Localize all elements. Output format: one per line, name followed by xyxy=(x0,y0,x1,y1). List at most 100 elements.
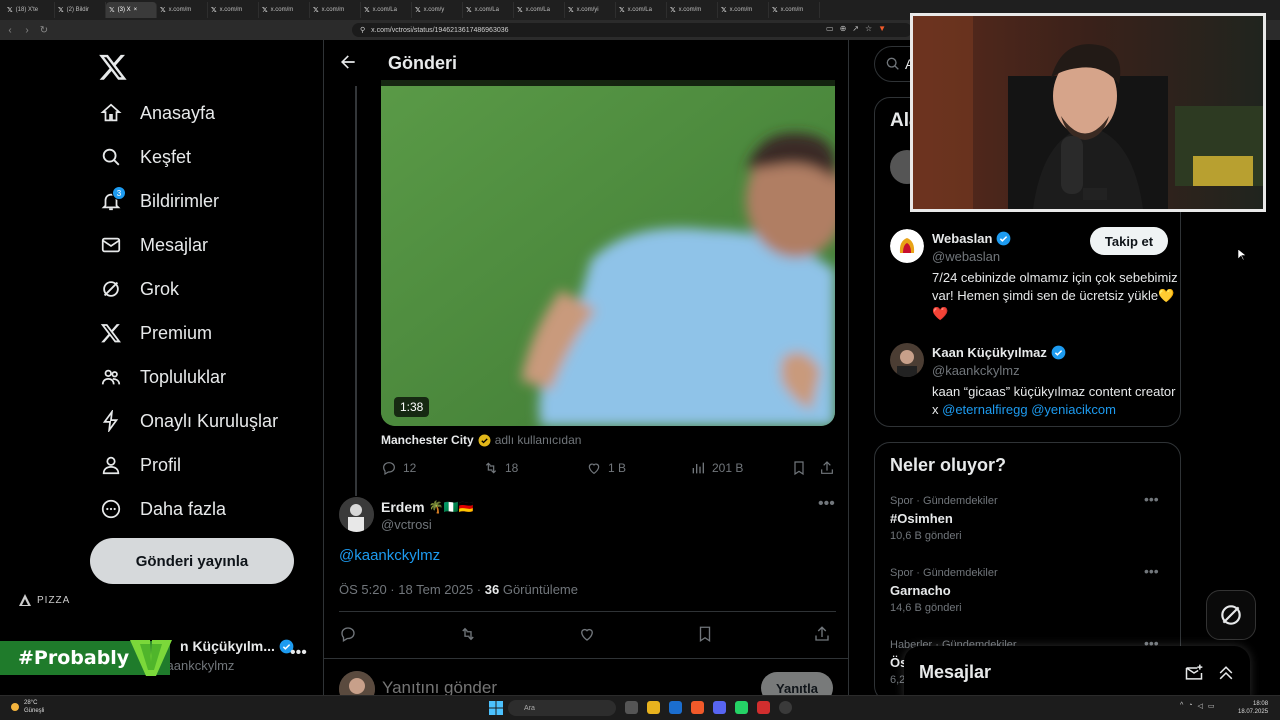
windows-start-icon[interactable] xyxy=(489,701,503,715)
steam-icon[interactable] xyxy=(669,701,682,714)
share-action[interactable] xyxy=(813,625,831,643)
compose-avatar[interactable] xyxy=(339,671,375,695)
weather-widget[interactable]: 28°C Güneşli xyxy=(10,699,44,715)
left-navigation: Anasayfa Keşfet 3 Bildirimler Mesajlar Grok Pr… xyxy=(0,40,322,695)
browser-tab[interactable]: 𝕏x.com/y xyxy=(412,2,463,18)
mention-link[interactable]: @kaankckylmz xyxy=(339,547,440,564)
views-action[interactable]: 201 B xyxy=(690,460,743,476)
tray-chevron-icon[interactable]: ^ xyxy=(1180,702,1183,710)
taskbar-clock[interactable]: 18:08 18.07.2025 xyxy=(1238,700,1268,716)
trend-more-icon[interactable]: ••• xyxy=(1144,563,1159,579)
account-more-icon[interactable]: ••• xyxy=(290,644,307,662)
browser-tab-label: x.com/La xyxy=(474,7,499,13)
browser-tab[interactable]: 𝕏x.com/m xyxy=(208,2,259,18)
reload-icon[interactable]: ↻ xyxy=(37,23,51,37)
speaker-icon[interactable]: ◁ xyxy=(1198,702,1203,710)
like-action[interactable] xyxy=(578,625,596,643)
browser-tab[interactable]: 𝕏x.com/m xyxy=(667,2,718,18)
avatar[interactable] xyxy=(339,497,374,532)
x-logo-icon[interactable] xyxy=(98,52,128,82)
trend-item[interactable]: Spor · Gündemdekiler #Osimhen 10,6 B gönde… xyxy=(890,491,1175,542)
suggested-account-name[interactable]: Webaslan xyxy=(932,231,1011,246)
screen-cast-icon[interactable]: ▭ xyxy=(826,24,834,33)
browser-tab[interactable]: 𝕏x.com/La xyxy=(514,2,565,18)
browser-tab[interactable]: 𝕏 (3) X × xyxy=(106,2,157,18)
task-view-icon[interactable] xyxy=(625,701,638,714)
messages-drawer[interactable]: Mesajlar xyxy=(904,646,1250,700)
system-tray[interactable]: ^ ◔ ◁ ▭ xyxy=(1180,702,1215,710)
battery-icon[interactable]: ▭ xyxy=(1208,702,1215,710)
browser-tab[interactable]: 𝕏x.com/La xyxy=(463,2,514,18)
trend-item[interactable]: Spor · Gündemdekiler Garnacho 14,6 B gönde… xyxy=(890,563,1175,614)
taskbar-search[interactable]: Ara xyxy=(508,700,616,716)
nav-item-more-circle[interactable]: Daha fazla xyxy=(100,494,226,524)
expand-up-icon[interactable] xyxy=(1216,663,1236,683)
browser-tab[interactable]: 𝕏x.com/m xyxy=(157,2,208,18)
browser-tab[interactable]: 𝕏x.com/La xyxy=(616,2,667,18)
browser-tab[interactable]: 𝕏x.com/m xyxy=(769,2,820,18)
back-nav-icon[interactable]: ‹ xyxy=(3,23,17,37)
back-arrow-icon[interactable] xyxy=(338,52,358,72)
nav-item-search[interactable]: Keşfet xyxy=(100,142,191,172)
nav-item-person[interactable]: Profil xyxy=(100,450,181,480)
post-button[interactable]: Gönderi yayınla xyxy=(90,538,294,584)
browser-tab[interactable]: 𝕏x.com/yi xyxy=(565,2,616,18)
reply-author-handle[interactable]: @vctrosi xyxy=(381,517,432,532)
nav-item-grok[interactable]: Grok xyxy=(100,274,179,304)
new-message-icon[interactable] xyxy=(1184,663,1204,683)
reply-action[interactable]: 12 xyxy=(381,460,416,476)
reply-author-name[interactable]: Erdem 🌴🇳🇬🇩🇪 xyxy=(381,499,473,515)
pizza-watermark: PIZZA xyxy=(18,593,70,607)
discord-icon[interactable] xyxy=(713,701,726,714)
share-page-icon[interactable]: ↗ xyxy=(852,24,859,33)
nav-item-bell[interactable]: 3 Bildirimler xyxy=(100,186,219,216)
tab-close-icon[interactable]: × xyxy=(134,7,138,13)
video-player[interactable] xyxy=(381,80,835,426)
grok-floating-button[interactable] xyxy=(1206,590,1256,640)
obs-icon[interactable] xyxy=(779,701,792,714)
reply-action[interactable] xyxy=(339,625,357,643)
avatar[interactable] xyxy=(890,229,924,263)
file-explorer-icon[interactable] xyxy=(647,701,660,714)
bookmark-action[interactable] xyxy=(791,460,807,476)
browser-tab[interactable]: 𝕏x.com/m xyxy=(310,2,361,18)
brave-shield-icon[interactable]: ▼ xyxy=(878,24,886,33)
nav-item-mail[interactable]: Mesajlar xyxy=(100,230,208,260)
zoom-icon[interactable]: ⊕ xyxy=(840,24,847,33)
brave-browser-icon[interactable] xyxy=(691,701,704,714)
browser-tab[interactable]: 𝕏x.com/m xyxy=(259,2,310,18)
heart-icon xyxy=(588,463,600,475)
post-more-icon[interactable]: ••• xyxy=(818,495,835,513)
repost-action[interactable]: 18 xyxy=(483,460,518,476)
reply-compose-input[interactable] xyxy=(382,678,682,695)
repost-action[interactable] xyxy=(459,625,477,643)
share-action[interactable] xyxy=(819,460,835,476)
thread-connector xyxy=(355,86,357,496)
nav-item-people[interactable]: Topluluklar xyxy=(100,362,226,392)
bio-mention-link[interactable]: @eternalfiregg xyxy=(942,402,1027,417)
browser-tab[interactable]: 𝕏x.com/La xyxy=(361,2,412,18)
attribution-name[interactable]: Manchester City xyxy=(381,433,474,447)
browser-tab[interactable]: 𝕏 (2) Bildir xyxy=(55,2,106,18)
nav-item-bolt[interactable]: Onaylı Kuruluşlar xyxy=(100,406,278,436)
nav-item-x[interactable]: Premium xyxy=(100,318,212,348)
avatar[interactable] xyxy=(890,343,924,377)
suggested-account-name[interactable]: Kaan Küçükyılmaz xyxy=(932,345,1066,360)
post-timestamp[interactable]: ÖS 5:20 · 18 Tem 2025 · xyxy=(339,582,485,597)
site-info-icon[interactable]: ⚲ xyxy=(360,26,365,34)
video-attribution[interactable]: Manchester City adlı kullanıcıdan xyxy=(381,433,581,447)
like-action[interactable]: 1 B xyxy=(586,460,626,476)
reply-submit-button[interactable]: Yanıtla xyxy=(761,672,833,695)
forward-nav-icon[interactable]: › xyxy=(20,23,34,37)
browser-tab[interactable]: 𝕏 (18) X'te xyxy=(4,2,55,18)
bookmark-star-icon[interactable]: ☆ xyxy=(865,24,872,33)
bookmark-action[interactable] xyxy=(696,625,714,643)
browser-tab[interactable]: 𝕏x.com/m xyxy=(718,2,769,18)
app-icon[interactable] xyxy=(757,701,770,714)
trend-more-icon[interactable]: ••• xyxy=(1144,491,1159,507)
bio-mention-link[interactable]: @yeniacikcom xyxy=(1031,402,1116,417)
follow-button[interactable]: Takip et xyxy=(1090,227,1168,255)
nav-item-home[interactable]: Anasayfa xyxy=(100,98,215,128)
whatsapp-icon[interactable] xyxy=(735,701,748,714)
network-icon[interactable]: ◔ xyxy=(1188,702,1192,710)
